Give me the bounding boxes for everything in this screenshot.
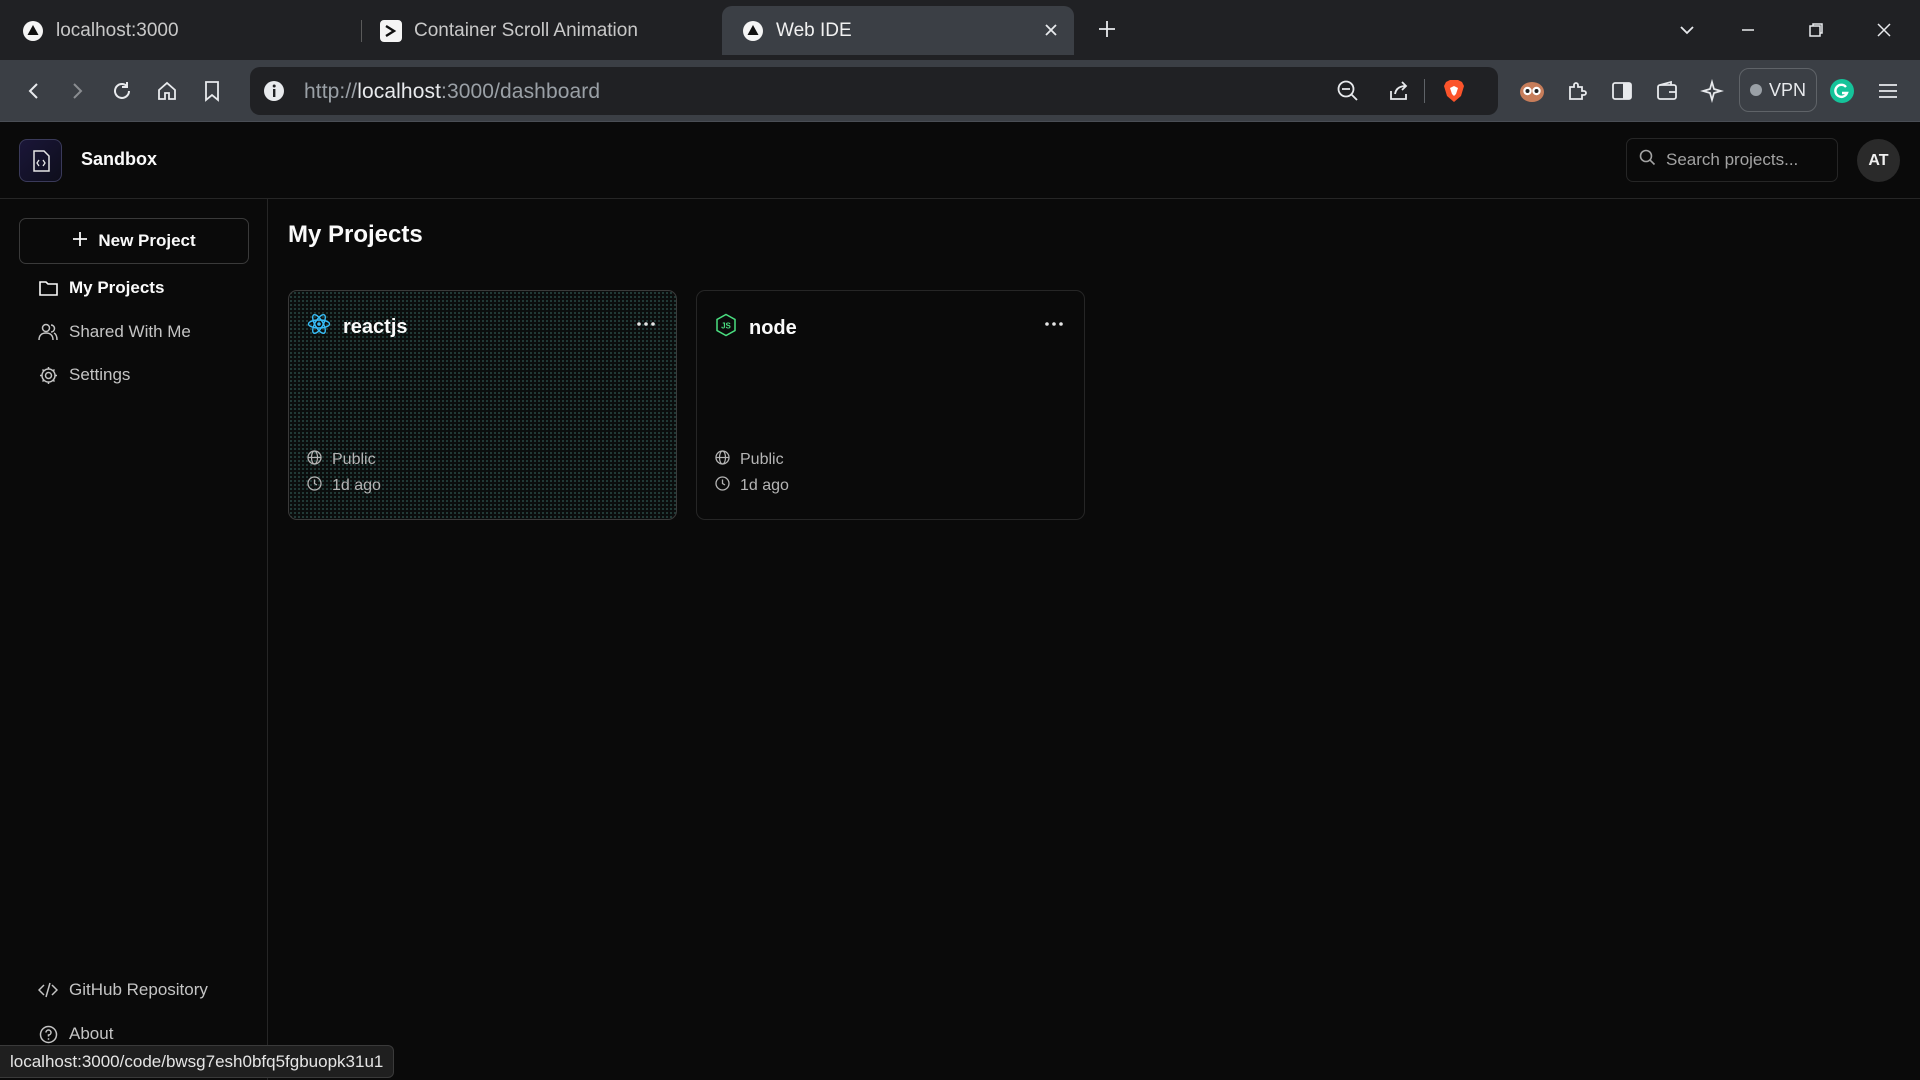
home-icon[interactable] [151, 75, 183, 107]
clock-icon [715, 476, 730, 496]
search-input[interactable] [1666, 150, 1826, 170]
new-project-button[interactable]: New Project [19, 218, 249, 264]
divider [1424, 79, 1425, 103]
wallet-icon[interactable] [1651, 75, 1683, 107]
more-options-icon[interactable] [1042, 316, 1066, 332]
browser-tab-bar: localhost:3000 Container Scroll Animatio… [0, 0, 1920, 60]
share-icon[interactable] [1385, 77, 1413, 105]
sidebar-item-label: Settings [69, 365, 131, 384]
url-text[interactable]: http://localhost:3000/dashboard [304, 80, 600, 104]
project-updated: 1d ago [307, 476, 381, 496]
sidebar-item-github-repository[interactable]: GitHub Repository [38, 980, 208, 1000]
bookmark-icon[interactable] [196, 75, 228, 107]
tab-separator [361, 20, 362, 42]
url-scheme: http:// [304, 80, 358, 103]
app-root: Sandbox AT New Project My Projects S [0, 122, 1920, 1080]
reload-icon[interactable] [106, 75, 138, 107]
project-updated: 1d ago [715, 476, 789, 496]
sidebar-item-about[interactable]: About [38, 1024, 113, 1044]
plus-icon [72, 231, 88, 252]
site-info-icon[interactable] [262, 79, 286, 103]
code-icon [38, 980, 58, 1000]
url-host: localhost [357, 80, 442, 103]
project-visibility: Public [715, 450, 784, 470]
tab-title: localhost:3000 [56, 19, 179, 41]
help-circle-icon [38, 1024, 58, 1044]
sidebar-item-label: GitHub Repository [69, 980, 208, 999]
react-icon [307, 313, 331, 341]
globe-icon [307, 450, 322, 470]
visibility-label: Public [740, 451, 784, 468]
new-tab-button[interactable] [1094, 16, 1120, 42]
status-bar-link-preview: localhost:3000/code/bwsg7esh0bfq5fgbuopk… [0, 1045, 395, 1078]
sidebar-panel-icon[interactable] [1606, 75, 1638, 107]
sandbox-logo-icon[interactable] [19, 139, 62, 182]
triangle-logo-icon [742, 20, 764, 42]
close-window-icon[interactable] [1868, 14, 1900, 46]
sidebar-item-settings[interactable]: Settings [38, 365, 130, 385]
terminal-logo-icon [380, 19, 402, 42]
triangle-logo-icon [22, 20, 44, 42]
forward-arrow-icon[interactable] [61, 75, 93, 107]
sidebar: New Project My Projects Shared With Me S… [0, 199, 268, 1080]
sidebar-item-label: My Projects [69, 278, 165, 297]
tab-title: Web IDE [776, 19, 852, 41]
restore-window-icon[interactable] [1800, 14, 1832, 46]
minimize-window-icon[interactable] [1732, 14, 1764, 46]
browser-toolbar: http://localhost:3000/dashboard VPN [0, 60, 1920, 122]
sidebar-item-shared-with-me[interactable]: Shared With Me [38, 322, 191, 342]
sidebar-item-label: About [69, 1024, 114, 1043]
search-icon [1639, 149, 1656, 171]
visibility-label: Public [332, 451, 376, 468]
grammarly-icon[interactable] [1826, 75, 1858, 107]
folder-icon [38, 278, 58, 298]
more-options-icon[interactable] [634, 316, 658, 332]
clock-icon [307, 476, 322, 496]
project-card-reactjs[interactable]: reactjs Public 1d ago [288, 290, 677, 520]
tab-search-chevron-icon[interactable] [1671, 14, 1703, 46]
project-card-node[interactable]: JS node Public 1d ago [696, 290, 1085, 520]
project-card-header: JS node [715, 313, 797, 343]
updated-label: 1d ago [332, 477, 381, 494]
tab-container-scroll-animation[interactable]: Container Scroll Animation [380, 6, 638, 55]
close-tab-icon[interactable] [1040, 19, 1062, 41]
tab-title: Container Scroll Animation [414, 19, 638, 41]
url-path: :3000/dashboard [441, 80, 601, 103]
top-navbar: Sandbox AT [0, 122, 1920, 199]
browser-menu-icon[interactable] [1872, 75, 1904, 107]
search-box[interactable] [1626, 138, 1838, 182]
zoom-out-icon[interactable] [1334, 77, 1362, 105]
leo-ai-sparkle-icon[interactable] [1696, 75, 1728, 107]
sidebar-item-my-projects[interactable]: My Projects [38, 278, 164, 298]
vpn-button[interactable]: VPN [1739, 68, 1817, 112]
nodejs-icon: JS [715, 313, 737, 343]
project-card-header: reactjs [307, 313, 408, 341]
sidebar-item-label: Shared With Me [69, 322, 191, 341]
gear-icon [38, 365, 58, 385]
brand-name: Sandbox [81, 149, 158, 169]
vpn-status-dot [1749, 84, 1762, 96]
svg-text:JS: JS [721, 322, 731, 331]
tab-web-ide[interactable]: Web IDE [722, 6, 1074, 55]
users-icon [38, 322, 58, 342]
new-project-label: New Project [98, 231, 196, 250]
vpn-label: VPN [1768, 79, 1806, 100]
extension-owl-icon[interactable] [1516, 75, 1548, 107]
project-name: reactjs [343, 315, 408, 338]
extensions-puzzle-icon[interactable] [1562, 75, 1594, 107]
project-name: node [749, 316, 797, 339]
page-title: My Projects [288, 221, 423, 248]
user-avatar[interactable]: AT [1857, 139, 1900, 182]
globe-icon [715, 450, 730, 470]
project-visibility: Public [307, 450, 376, 470]
brave-shield-icon[interactable] [1440, 77, 1468, 105]
main-content: My Projects reactjs Public 1d ago JS nod… [269, 199, 1920, 1080]
tab-localhost[interactable]: localhost:3000 [22, 6, 179, 55]
address-bar[interactable]: http://localhost:3000/dashboard [250, 67, 1498, 115]
updated-label: 1d ago [740, 477, 789, 494]
back-arrow-icon[interactable] [18, 75, 50, 107]
